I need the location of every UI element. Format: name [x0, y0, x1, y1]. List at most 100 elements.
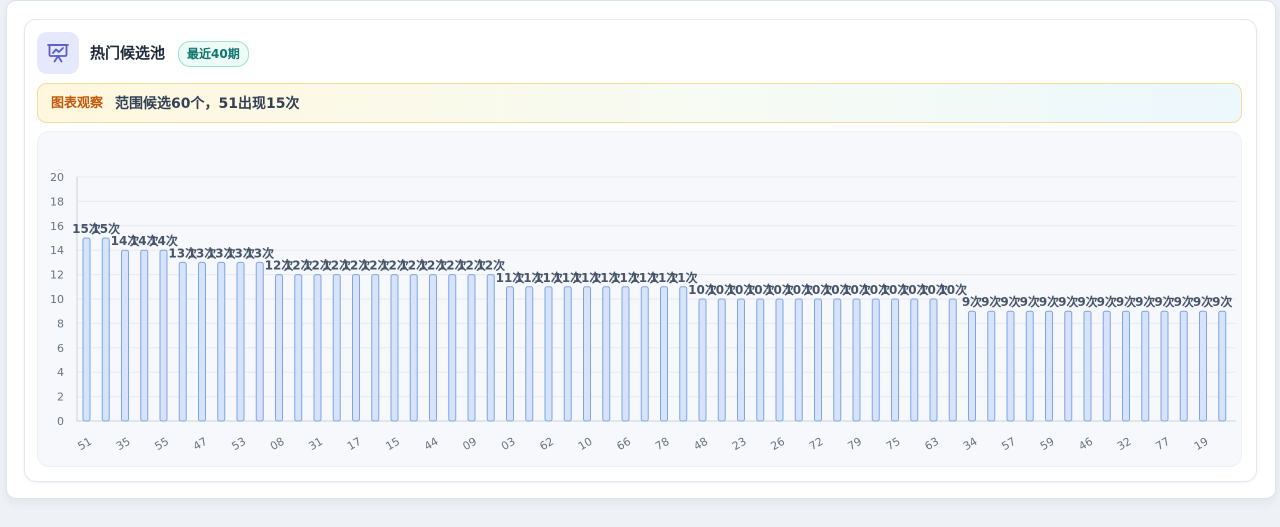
bar: [717, 298, 726, 422]
x-tick-label: 31: [306, 435, 325, 453]
x-tick-label: 23: [730, 435, 749, 453]
x-tick-label: 03: [499, 435, 518, 453]
bar: [891, 298, 899, 422]
bar: [968, 310, 976, 422]
data-label: 9次: [1212, 294, 1232, 309]
bar: [602, 286, 611, 422]
bar: [255, 261, 264, 422]
y-tick-label: 0: [57, 415, 64, 428]
bar: [1006, 310, 1015, 422]
x-tick-label: 55: [152, 435, 171, 453]
bar: [910, 298, 919, 422]
period-badge: 最近40期: [178, 41, 249, 67]
bar: [756, 298, 765, 422]
y-tick-label: 10: [50, 293, 64, 306]
data-label: 9次: [1193, 294, 1213, 309]
data-label: 9次: [1116, 294, 1136, 309]
card-title: 热门候选池: [90, 44, 166, 62]
bar: [583, 286, 591, 422]
bar: [852, 298, 861, 422]
bar: [467, 274, 476, 422]
bar: [159, 249, 168, 422]
y-tick-label: 8: [57, 317, 64, 330]
bar: [486, 274, 495, 422]
bar: [1160, 310, 1169, 422]
data-label: 9次: [1135, 294, 1155, 309]
x-tick-label: 72: [807, 435, 826, 453]
bar: [1199, 310, 1207, 422]
bar: [948, 298, 957, 422]
y-tick-label: 16: [50, 220, 64, 233]
data-label: 9次: [1039, 294, 1059, 309]
bar: [390, 274, 399, 422]
bar: [1218, 310, 1227, 422]
bar: [794, 298, 803, 422]
chart-area: 0 2 4 6 8 10 12 14 16 18 20 15次 15次 14次 14次 14次 13次 13次 13…: [37, 131, 1242, 467]
x-tick-label: 34: [961, 435, 980, 453]
x-tick-label: 48: [691, 435, 710, 453]
bar: [448, 274, 457, 422]
bar: [101, 237, 110, 422]
x-tick-label: 47: [191, 435, 210, 453]
bar: [987, 310, 996, 422]
x-tick-label: 10: [576, 435, 595, 453]
x-tick-label: 19: [1192, 435, 1211, 453]
bar: [1102, 310, 1111, 422]
x-tick-label: 62: [537, 435, 556, 453]
x-tick-label: 66: [614, 435, 633, 453]
x-tick-label: 59: [1038, 435, 1057, 453]
bar: [275, 274, 283, 422]
frequency-bar-chart: 0246810121416182015次15次14次14次14次13次13次13…: [50, 171, 1236, 453]
x-tick-label: 32: [1115, 435, 1134, 453]
bar: [313, 274, 322, 422]
x-tick-label: 63: [922, 435, 941, 453]
bar: [929, 298, 938, 422]
observation-tag: 图表观察: [51, 96, 104, 111]
bar: [525, 286, 534, 422]
x-tick-label: 53: [229, 435, 248, 453]
bar: [140, 249, 149, 422]
y-tick-label: 4: [57, 366, 64, 379]
bar: [198, 261, 206, 422]
bar: [352, 274, 360, 422]
bar: [737, 298, 745, 422]
presentation-chart-icon: [37, 32, 79, 74]
bar: [679, 286, 688, 422]
data-label: 9次: [1058, 294, 1078, 309]
bar: [1025, 310, 1034, 422]
bar: [82, 237, 91, 422]
x-tick-label: 51: [75, 435, 94, 453]
bar: [332, 274, 341, 422]
data-label: 9次: [1077, 294, 1097, 309]
bar: [236, 261, 245, 422]
bar: [871, 298, 880, 422]
bar: [1179, 310, 1188, 422]
y-tick-label: 6: [57, 342, 64, 355]
bar: [217, 261, 226, 422]
x-tick-label: 44: [422, 435, 441, 453]
bar: [409, 274, 418, 422]
x-tick-label: 09: [460, 435, 479, 453]
bar: [1045, 310, 1053, 422]
y-tick-label: 20: [50, 171, 64, 184]
bar: [621, 286, 630, 422]
x-tick-label: 77: [1153, 435, 1172, 453]
bar: [698, 298, 707, 422]
observation-text: 范围候选60个，51出现15次: [115, 96, 300, 112]
x-tick-label: 15: [383, 435, 402, 453]
x-tick-label: 79: [845, 435, 864, 453]
data-label: 9次: [981, 294, 1001, 309]
y-tick-label: 2: [57, 391, 64, 404]
x-tick-label: 26: [768, 435, 787, 453]
bar: [775, 298, 784, 422]
x-tick-label: 17: [345, 435, 364, 453]
bar: [563, 286, 572, 422]
chart-observation-banner: 图表观察 范围候选60个，51出现15次: [37, 83, 1242, 123]
data-label: 9次: [1000, 294, 1020, 309]
bar: [814, 298, 822, 422]
data-label: 9次: [1174, 294, 1194, 309]
x-tick-label: 08: [268, 435, 287, 453]
y-tick-label: 12: [50, 269, 64, 282]
x-tick-label: 35: [114, 435, 133, 453]
y-tick-label: 14: [50, 244, 64, 257]
